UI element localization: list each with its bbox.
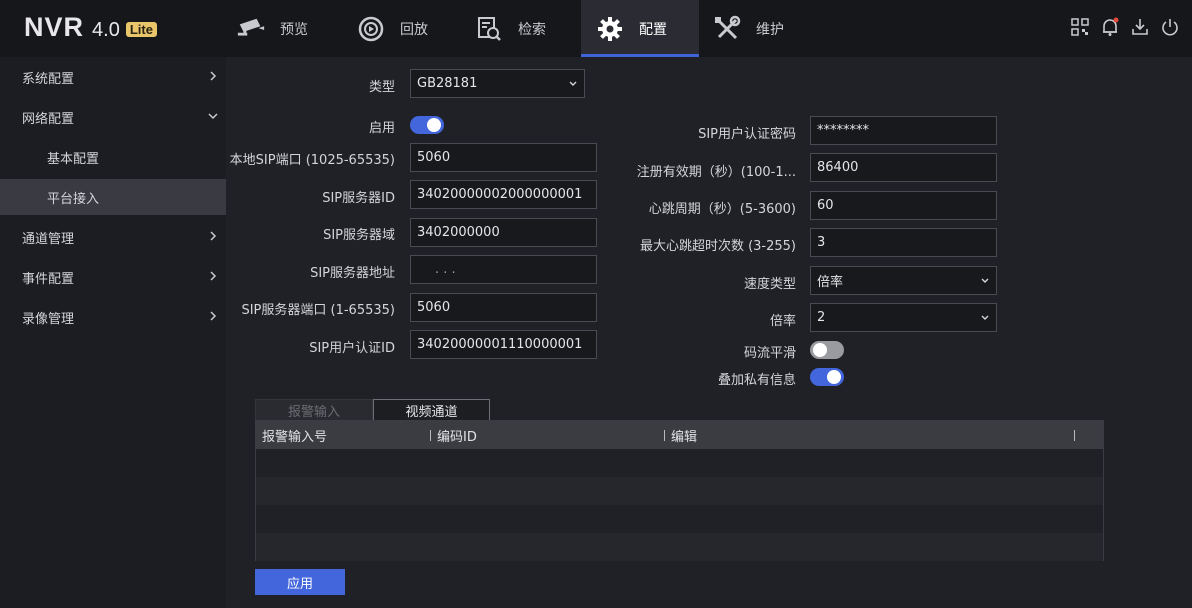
sidebar-item-label: 系统配置 — [22, 71, 75, 87]
stream-smooth-toggle[interactable] — [810, 341, 844, 359]
table-header: 报警输入号 编码ID 编辑 — [256, 421, 1103, 449]
chevron-right-icon — [210, 71, 217, 81]
nav-config[interactable]: 配置 — [581, 0, 699, 57]
stream-smooth-label: 码流平滑 — [743, 346, 796, 361]
type-select[interactable]: GB28181 — [410, 69, 585, 98]
column-encode-id: 编码ID — [437, 429, 477, 445]
sidebar-item-record-management[interactable]: 录像管理 — [0, 297, 226, 337]
chevron-right-icon — [210, 271, 217, 281]
column-divider — [1074, 430, 1075, 441]
sidebar-item-label: 通道管理 — [22, 231, 75, 247]
server-port-label: SIP服务器端口 (1-65535) — [241, 303, 395, 318]
server-address-field[interactable]: . . . — [410, 255, 597, 284]
sidebar-item-platform-access[interactable]: 平台接入 — [0, 179, 226, 215]
type-label: 类型 — [368, 80, 395, 95]
chevron-down-icon — [981, 278, 989, 283]
column-divider — [664, 430, 665, 441]
heartbeat-label: 心跳周期（秒）(5-3600) — [648, 202, 796, 217]
main-panel: 类型 GB28181 启用 本地SIP端口 (1025-65535) 5060 … — [226, 57, 1192, 608]
user-id-field[interactable]: 34020000001110000001 — [410, 330, 597, 359]
server-id-label: SIP服务器ID — [322, 191, 395, 206]
table-row — [256, 449, 1103, 477]
qrcode-icon[interactable] — [1069, 16, 1091, 38]
chevron-right-icon — [210, 231, 217, 241]
enable-toggle[interactable] — [410, 116, 444, 134]
column-alarm-input-no: 报警输入号 — [262, 429, 328, 445]
nav-maintenance-label: 维护 — [756, 21, 784, 38]
column-edit: 编辑 — [671, 429, 698, 445]
max-timeout-label: 最大心跳超时次数 (3-255) — [639, 239, 796, 254]
server-port-field[interactable]: 5060 — [410, 293, 597, 322]
nav-playback-label: 回放 — [400, 21, 428, 38]
sidebar-item-label: 录像管理 — [22, 311, 75, 327]
chevron-down-icon — [981, 315, 989, 320]
bell-icon[interactable] — [1099, 16, 1121, 38]
max-timeout-field[interactable]: 3 — [810, 228, 997, 257]
server-address-label: SIP服务器地址 — [310, 266, 395, 281]
sidebar-item-label: 基本配置 — [47, 151, 100, 167]
power-icon[interactable] — [1159, 16, 1181, 38]
server-id-field[interactable]: 34020000002000000001 — [410, 180, 597, 209]
nav-playback[interactable]: 回放 — [356, 0, 456, 57]
sidebar-item-label: 平台接入 — [47, 191, 100, 207]
sidebar-item-system-config[interactable]: 系统配置 — [0, 57, 226, 97]
table-row — [256, 533, 1103, 561]
server-domain-field[interactable]: 3402000000 — [410, 218, 597, 247]
overlay-info-label: 叠加私有信息 — [717, 373, 796, 388]
rate-label: 倍率 — [769, 314, 796, 329]
chevron-right-icon — [210, 311, 217, 321]
rate-select[interactable]: 2 — [810, 303, 997, 332]
wrench-icon — [712, 14, 742, 44]
type-select-value: GB28181 — [417, 76, 478, 91]
rate-value: 2 — [817, 310, 826, 325]
playback-icon — [356, 14, 386, 44]
speed-type-select[interactable]: 倍率 — [810, 266, 997, 295]
password-label: SIP用户认证密码 — [698, 127, 796, 142]
nav-maintenance[interactable]: 维护 — [712, 0, 812, 57]
enable-label: 启用 — [368, 121, 395, 136]
chevron-down-icon — [208, 113, 218, 120]
sidebar-item-label: 网络配置 — [22, 111, 75, 127]
speed-type-value: 倍率 — [817, 275, 844, 290]
download-icon[interactable] — [1129, 16, 1151, 38]
logo-text: NVR — [24, 12, 85, 42]
nav-config-label: 配置 — [639, 21, 667, 38]
sidebar-item-network-config[interactable]: 网络配置 — [0, 97, 226, 137]
sidebar-item-event-config[interactable]: 事件配置 — [0, 257, 226, 297]
apply-button[interactable]: 应用 — [255, 569, 345, 595]
sidebar-item-channel-management[interactable]: 通道管理 — [0, 217, 226, 257]
sidebar-item-basic-config[interactable]: 基本配置 — [0, 137, 226, 177]
logo: NVR 4.0 Lite — [24, 12, 157, 42]
nav-search-label: 检索 — [518, 21, 546, 38]
sidebar: 系统配置 网络配置 基本配置 平台接入 通道管理 事件配置 录像管理 — [0, 57, 226, 608]
nav-preview[interactable]: 预览 — [236, 0, 336, 57]
nav-search[interactable]: 检索 — [474, 0, 574, 57]
register-period-label: 注册有效期（秒）(100-1... — [636, 165, 796, 180]
column-divider — [430, 430, 431, 441]
user-id-label: SIP用户认证ID — [309, 341, 395, 356]
local-port-field[interactable]: 5060 — [410, 143, 597, 172]
speed-type-label: 速度类型 — [743, 277, 796, 292]
password-field[interactable]: ******** — [810, 116, 997, 145]
gear-icon — [595, 14, 625, 44]
table-row — [256, 505, 1103, 533]
chevron-down-icon — [569, 81, 577, 86]
camera-icon — [236, 14, 266, 44]
register-period-field[interactable]: 86400 — [810, 153, 997, 182]
search-document-icon — [474, 14, 504, 44]
nav-preview-label: 预览 — [280, 21, 308, 38]
overlay-info-toggle[interactable] — [810, 368, 844, 386]
tab-alarm-input[interactable]: 报警输入 — [255, 399, 373, 421]
server-domain-label: SIP服务器域 — [323, 228, 395, 243]
heartbeat-field[interactable]: 60 — [810, 191, 997, 220]
sidebar-item-label: 事件配置 — [22, 271, 75, 287]
local-port-label: 本地SIP端口 (1025-65535) — [229, 153, 395, 168]
channel-table: 报警输入号 编码ID 编辑 — [255, 420, 1104, 561]
table-row — [256, 477, 1103, 505]
logo-badge: Lite — [125, 22, 157, 37]
tab-video-channel[interactable]: 视频通道 — [373, 399, 490, 421]
top-bar: NVR 4.0 Lite 预览 回放 检索 配置 维护 — [0, 0, 1192, 57]
logo-version: 4.0 — [92, 19, 120, 41]
